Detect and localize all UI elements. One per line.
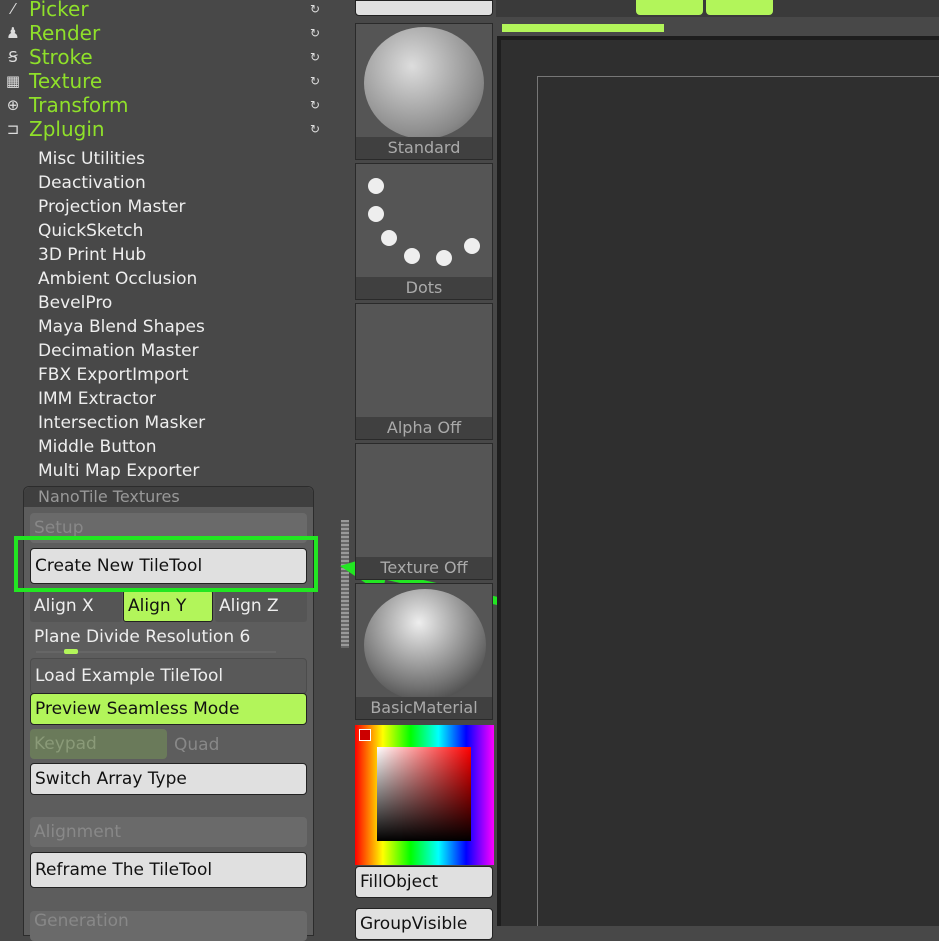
menu-item-render[interactable]: ♟ Render ↻ [0,21,330,45]
plane-divide-label: Plane Divide Resolution 6 [34,627,251,647]
refresh-icon[interactable]: ↻ [310,122,320,136]
plugin-item[interactable]: Projection Master [38,197,186,217]
texture-thumb[interactable]: Texture Off [355,443,493,580]
switch-array-type-button[interactable]: Switch Array Type [30,763,307,795]
top-button[interactable] [355,0,493,16]
color-picker[interactable] [355,725,494,865]
current-color-swatch[interactable] [359,729,371,741]
toggle-button-2[interactable] [706,0,773,15]
fill-object-button[interactable]: FillObject [355,866,493,898]
plugin-item[interactable]: Maya Blend Shapes [38,317,205,337]
group-visible-button[interactable]: GroupVisible [355,908,493,940]
refresh-icon[interactable]: ↻ [310,2,320,16]
material-thumb[interactable]: BasicMaterial [355,583,493,720]
document-bounds [537,76,939,926]
quad-button[interactable]: Quad [174,735,219,755]
load-example-button[interactable]: Load Example TileTool [30,658,307,694]
plugin-item[interactable]: Deactivation [38,173,146,193]
dot [368,206,384,222]
plugin-item[interactable]: QuickSketch [38,221,143,241]
preview-seamless-button[interactable]: Preview Seamless Mode [30,693,307,725]
nanotile-title[interactable]: NanoTile Textures [24,487,313,507]
stroke-icon: Ꞩ [8,48,18,66]
plugin-item[interactable]: Ambient Occlusion [38,269,197,289]
dot [404,248,420,264]
render-icon: ♟ [6,24,20,42]
menu-item-texture[interactable]: ▦ Texture ↻ [0,69,330,93]
menu-label: Render [29,21,101,45]
material-label: BasicMaterial [356,697,492,719]
refresh-icon[interactable]: ↻ [310,50,320,64]
dot [464,238,480,254]
menu-label: Stroke [29,45,93,69]
align-x-button[interactable]: Align X [30,590,122,622]
stroke-label: Dots [356,277,492,299]
transform-icon: ⊕ [6,96,20,114]
generation-section[interactable]: Generation [30,911,307,941]
refresh-icon[interactable]: ↻ [310,26,320,40]
menu-item-stroke[interactable]: Ꞩ Stroke ↻ [0,45,330,69]
plugin-item[interactable]: 3D Print Hub [38,245,146,265]
dot [436,250,452,266]
plugin-item[interactable]: Intersection Masker [38,413,205,433]
stroke-thumb[interactable]: Dots [355,163,493,300]
brush-thumb[interactable]: Standard [355,23,493,160]
toggle-button-1[interactable] [636,0,703,15]
alpha-label: Alpha Off [356,417,492,439]
progress-fill [502,24,664,32]
align-z-button[interactable]: Align Z [215,590,307,622]
plugin-item[interactable]: Middle Button [38,437,157,457]
picker-icon: ⁄ [11,0,15,18]
saturation-value-square[interactable] [377,747,471,841]
texture-label: Texture Off [356,557,492,579]
canvas[interactable] [497,36,939,926]
menu-label: Transform [29,93,129,117]
keypad-button[interactable]: Keypad [30,729,167,759]
align-y-button[interactable]: Align Y [123,590,213,622]
highlight-box [14,536,318,592]
progress-bar [502,24,939,32]
alpha-thumb[interactable]: Alpha Off [355,303,493,440]
menu-item-zplugin[interactable]: ⊐ Zplugin ↻ [0,117,330,141]
dot [381,230,397,246]
menu-label: Zplugin [29,117,105,141]
brush-label: Standard [356,137,492,159]
texture-icon: ▦ [5,72,21,90]
menu-item-transform[interactable]: ⊕ Transform ↻ [0,93,330,117]
refresh-icon[interactable]: ↻ [310,74,320,88]
zplugin-icon: ⊐ [6,120,20,138]
reframe-button[interactable]: Reframe The TileTool [30,852,307,888]
plugin-item[interactable]: FBX ExportImport [38,365,189,385]
plugin-item[interactable]: BevelPro [38,293,112,313]
plugin-item[interactable]: Multi Map Exporter [38,461,199,481]
menu-label: Texture [29,69,103,93]
dot [368,178,384,194]
material-sphere-icon [364,589,486,701]
plane-divide-slider[interactable] [36,649,276,654]
standard-brush-icon [364,27,484,139]
plugin-item[interactable]: IMM Extractor [38,389,156,409]
plugin-item[interactable]: Decimation Master [38,341,199,361]
menu-item-picker[interactable]: ⁄ Picker ↻ [0,0,330,21]
plugin-item[interactable]: Misc Utilities [38,149,145,169]
alignment-section[interactable]: Alignment [30,817,307,847]
slider-thumb[interactable] [64,649,78,654]
menu-label: Picker [29,0,89,21]
refresh-icon[interactable]: ↻ [310,98,320,112]
